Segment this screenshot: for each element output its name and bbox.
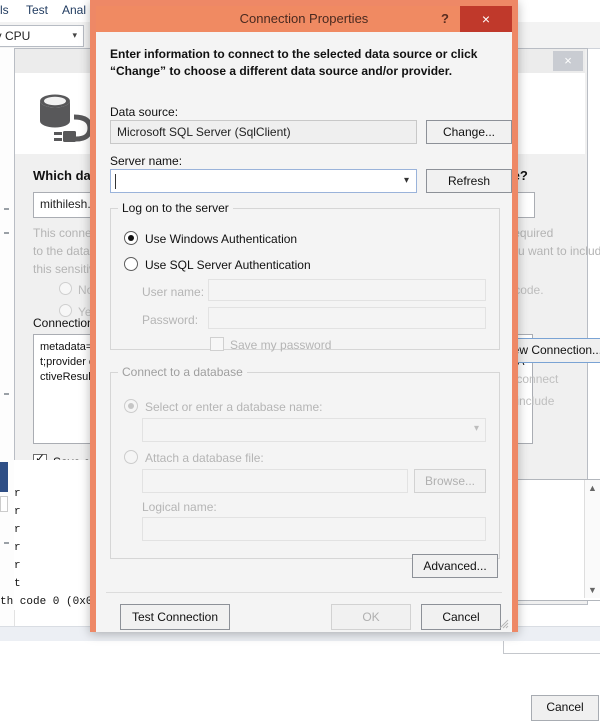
wizard-close-button[interactable]: × xyxy=(553,51,583,71)
refresh-button[interactable]: Refresh xyxy=(426,169,512,193)
radio-indicator xyxy=(124,450,138,464)
radio-indicator xyxy=(59,282,72,295)
database-name-combo: ▾ xyxy=(142,418,486,442)
wizard-cancel-button[interactable]: Cancel xyxy=(531,695,599,721)
output-line: r xyxy=(14,506,21,518)
chevron-up-icon[interactable]: ▲ xyxy=(588,483,597,493)
test-connection-button[interactable]: Test Connection xyxy=(120,604,230,630)
radio-attach-database-file-label: Attach a database file: xyxy=(145,451,264,465)
user-name-label: User name: xyxy=(142,285,205,299)
logical-name-input xyxy=(142,517,486,541)
platform-target-combo[interactable]: Any CPU ▾ xyxy=(0,25,84,47)
radio-select-database-label: Select or enter a database name: xyxy=(145,400,323,414)
chevron-down-icon[interactable]: ▼ xyxy=(588,585,597,595)
logical-name-label: Logical name: xyxy=(142,500,217,514)
password-input xyxy=(208,307,486,329)
left-gutter-strip xyxy=(0,48,15,640)
output-line: t xyxy=(14,578,21,590)
resize-grip-icon[interactable] xyxy=(499,619,509,629)
radio-sql-authentication-label: Use SQL Server Authentication xyxy=(145,258,311,272)
save-password-label: Save my password xyxy=(230,338,332,352)
logon-group-title: Log on to the server xyxy=(118,201,233,215)
checkbox-indicator xyxy=(210,337,224,351)
text-caret xyxy=(115,174,116,189)
radio-attach-database-file: Attach a database file: xyxy=(124,450,264,465)
output-line: r xyxy=(14,560,21,572)
divider xyxy=(106,592,502,593)
database-group-title: Connect to a database xyxy=(118,365,247,379)
attach-file-input xyxy=(142,469,408,493)
platform-target-value: Any CPU xyxy=(0,29,31,43)
radio-windows-authentication[interactable]: Use Windows Authentication xyxy=(124,231,297,246)
radio-select-database: Select or enter a database name: xyxy=(124,399,322,414)
server-name-label: Server name: xyxy=(110,154,183,168)
radio-indicator xyxy=(124,231,138,245)
dialog-titlebar: Connection Properties ? × xyxy=(96,6,512,32)
save-password-checkbox: Save my password xyxy=(210,337,331,352)
dialog-body: Enter information to connect to the sele… xyxy=(96,32,512,632)
chevron-down-icon: ▾ xyxy=(473,423,479,434)
radio-sql-authentication[interactable]: Use SQL Server Authentication xyxy=(124,257,311,272)
menu-item-tools[interactable]: ls xyxy=(0,3,9,17)
chevron-down-icon[interactable]: ▾ xyxy=(404,175,409,186)
server-name-input[interactable]: ▾ xyxy=(110,169,417,193)
connection-properties-dialog: Connection Properties ? × Enter informat… xyxy=(90,0,518,632)
radio-indicator xyxy=(124,399,138,413)
ok-button: OK xyxy=(331,604,411,630)
change-button[interactable]: Change... xyxy=(426,120,512,144)
dialog-instructions: Enter information to connect to the sele… xyxy=(110,47,478,78)
menu-item-analyze[interactable]: Anal xyxy=(62,3,86,17)
menu-item-test[interactable]: Test xyxy=(26,3,48,17)
close-icon[interactable]: × xyxy=(460,6,512,32)
radio-indicator xyxy=(124,257,138,271)
chevron-down-icon: ▾ xyxy=(72,30,77,40)
password-label: Password: xyxy=(142,313,199,327)
data-source-label: Data source: xyxy=(110,105,179,119)
data-source-value: Microsoft SQL Server (SqlClient) xyxy=(110,120,417,144)
user-name-input xyxy=(208,279,486,301)
listbox-scrollbar[interactable]: ▲ ▼ xyxy=(584,480,600,598)
browse-button: Browse... xyxy=(414,469,486,493)
advanced-button[interactable]: Advanced... xyxy=(412,554,498,578)
output-line: r xyxy=(14,488,21,500)
cancel-button[interactable]: Cancel xyxy=(421,604,501,630)
output-line: r xyxy=(14,524,21,536)
radio-windows-authentication-label: Use Windows Authentication xyxy=(145,232,298,246)
output-selection-marker xyxy=(0,462,8,492)
help-button[interactable]: ? xyxy=(434,8,456,30)
output-line: r xyxy=(14,542,21,554)
output-marker xyxy=(0,496,8,512)
